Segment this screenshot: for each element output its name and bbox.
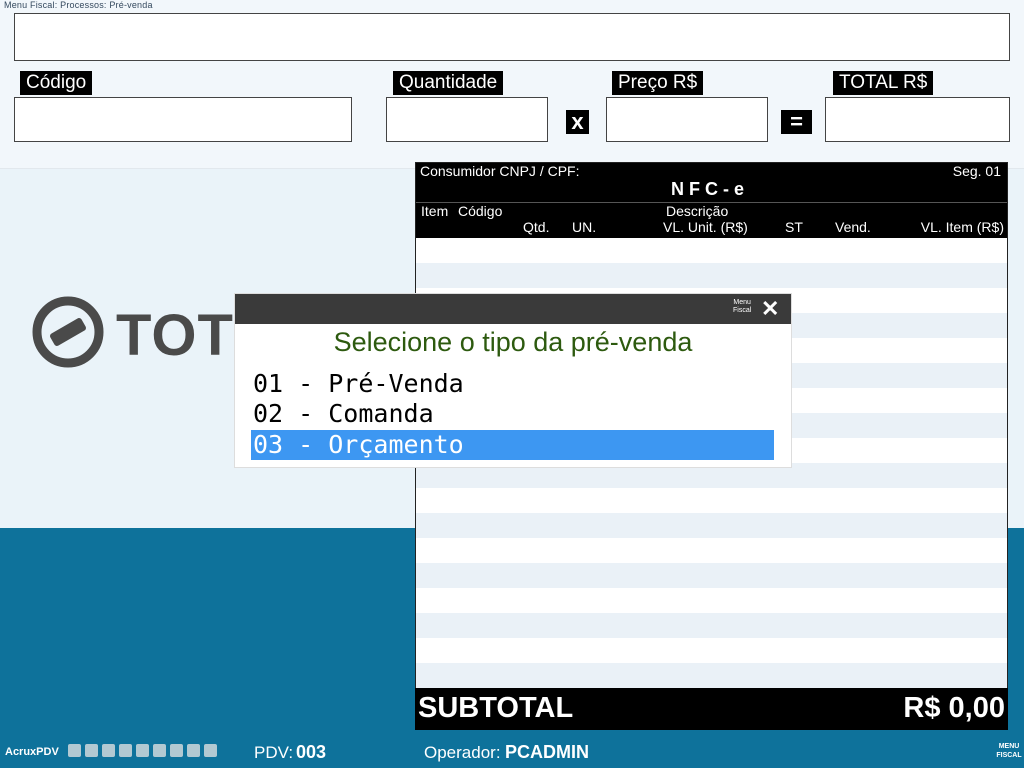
col-item: Item <box>421 203 449 219</box>
description-field[interactable] <box>14 13 1010 61</box>
nfce-title: N F C - e <box>671 179 745 199</box>
printer-icon <box>102 744 115 757</box>
close-icon[interactable]: ✕ <box>761 296 779 322</box>
preco-label: Preço R$ <box>612 71 704 95</box>
subtotal-label: SUBTOTAL <box>418 692 574 724</box>
quantidade-input[interactable] <box>386 97 548 142</box>
app-name: AcruxPDV <box>5 746 59 758</box>
nfce-header: Consumidor CNPJ / CPF: Seg. 01 N F C - e… <box>416 163 1007 238</box>
col-descricao: Descrição <box>666 203 729 219</box>
pdv-label: PDV: <box>254 743 294 762</box>
option-pre-venda[interactable]: 01 - Pré-Venda <box>251 369 774 399</box>
consumidor-label: Consumidor CNPJ / CPF: <box>420 163 580 179</box>
menu-shortcut-line2: FISCAL <box>996 752 1022 759</box>
equals-symbol: = <box>781 110 812 134</box>
option-comanda[interactable]: 02 - Comanda <box>251 399 774 429</box>
option-orcamento[interactable]: 03 - Orçamento <box>251 430 774 460</box>
operador-value: PCADMIN <box>505 742 589 762</box>
dialog-titlebar: Menu Fiscal ✕ <box>235 294 791 324</box>
keyboard-icon <box>204 744 217 757</box>
total-label: TOTAL R$ <box>833 71 934 95</box>
device-icon <box>119 744 132 757</box>
menu-fiscal-button[interactable]: Menu Fiscal <box>733 299 751 315</box>
seg-label: Seg. 01 <box>952 163 1001 179</box>
network-icon <box>68 744 81 757</box>
codigo-input[interactable] <box>14 97 352 142</box>
total-input[interactable] <box>825 97 1010 142</box>
times-symbol: x <box>566 110 589 134</box>
menu-shortcut-line1: MENU <box>998 743 1020 750</box>
sat-icon <box>136 744 149 757</box>
col-vend: Vend. <box>835 219 871 235</box>
dialog-title: Selecione o tipo da pré-venda <box>333 327 693 357</box>
operador-label: Operador: <box>424 743 501 762</box>
col-un: UN. <box>572 219 597 235</box>
menu-fiscal-line2: Fiscal <box>733 307 752 314</box>
col-qtd: Qtd. <box>523 219 550 235</box>
col-vl-item: VL. Item (R$) <box>920 219 1004 235</box>
scale-icon <box>170 744 183 757</box>
col-vl-unit: VL. Unit. (R$) <box>663 219 748 235</box>
col-codigo: Código <box>458 203 503 219</box>
quantidade-label: Quantidade <box>393 71 504 95</box>
tray-icons <box>68 744 221 762</box>
menu-fiscal-shortcut[interactable]: MENU FISCAL <box>996 742 1022 760</box>
subtotal-value: R$ 0,00 <box>903 692 1005 724</box>
totvs-logo-icon <box>32 296 104 368</box>
preco-input[interactable] <box>606 97 768 142</box>
subtotal-bar: SUBTOTAL R$ 0,00 <box>415 688 1008 730</box>
pdv-value: 003 <box>296 742 327 762</box>
codigo-label: Código <box>20 71 93 95</box>
barcode-icon <box>187 744 200 757</box>
col-st: ST <box>785 219 803 235</box>
breadcrumb: Menu Fiscal: Processos: Pré-venda <box>4 0 153 10</box>
shield-icon <box>153 744 166 757</box>
menu-fiscal-line1: Menu <box>733 299 751 306</box>
pre-venda-dialog: Menu Fiscal ✕ Selecione o tipo da pré-ve… <box>235 294 791 467</box>
computer-icon <box>85 744 98 757</box>
